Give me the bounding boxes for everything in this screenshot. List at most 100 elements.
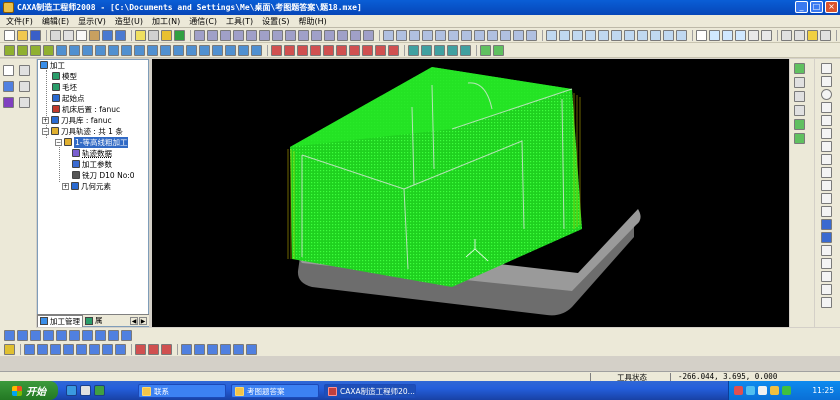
curve-intersect-icon[interactable] (821, 232, 832, 243)
view-tool-4-icon[interactable] (585, 29, 596, 41)
surface-edit-10-icon[interactable] (121, 329, 132, 341)
feature-13-icon[interactable] (160, 44, 171, 56)
view-tool-7-icon[interactable] (624, 29, 635, 41)
feature-25-icon[interactable] (323, 44, 334, 56)
attribute-icon[interactable] (3, 97, 14, 108)
curve-edit-12-icon[interactable] (161, 343, 172, 355)
surface-tool-7-icon[interactable] (272, 29, 283, 41)
grid-icon[interactable] (148, 29, 159, 41)
surface-tool-8-icon[interactable] (285, 29, 296, 41)
right-tool-2-icon[interactable] (794, 77, 805, 88)
curve-edit-13-icon[interactable] (181, 343, 192, 355)
solid-tool-9-icon[interactable] (487, 29, 498, 41)
tray-volume-icon[interactable] (758, 386, 767, 395)
menu-machining[interactable]: 加工(N) (152, 16, 180, 27)
feature-22-icon[interactable] (284, 44, 295, 56)
fillet-icon[interactable] (821, 206, 832, 217)
curve-edit-2-icon[interactable] (24, 343, 35, 355)
collapse-minus-icon[interactable]: − (42, 127, 49, 135)
feature-19-icon[interactable] (238, 44, 249, 56)
zoom-out-icon[interactable] (735, 29, 746, 41)
feature-33-icon[interactable] (434, 44, 445, 56)
tree-item-cutter[interactable]: 铣刀 D10 No:0 (72, 170, 135, 180)
polygon-icon[interactable] (821, 193, 832, 204)
edit-curve-icon[interactable] (3, 81, 14, 92)
feature-7-icon[interactable] (82, 44, 93, 56)
feature-36-icon[interactable] (480, 44, 491, 56)
surface-tool-6-icon[interactable] (259, 29, 270, 41)
feature-8-icon[interactable] (95, 44, 106, 56)
feature-5-icon[interactable] (56, 44, 67, 56)
surface-tool-12-icon[interactable] (337, 29, 348, 41)
tree-item-params[interactable]: 加工参数 (72, 159, 112, 169)
select-arrow-icon[interactable] (3, 65, 14, 76)
tree-item-tool-library[interactable]: + 刀具库 : fanuc (42, 115, 112, 125)
surface-edit-5-icon[interactable] (56, 329, 67, 341)
pan-icon[interactable] (761, 29, 772, 41)
menu-help[interactable]: 帮助(H) (299, 16, 327, 27)
surface-tool-2-icon[interactable] (207, 29, 218, 41)
menu-modeling[interactable]: 造型(U) (115, 16, 143, 27)
solid-tool-2-icon[interactable] (396, 29, 407, 41)
funnel-icon[interactable] (161, 29, 172, 41)
tree-item-geometry[interactable]: + 几何元素 (62, 181, 111, 191)
surface-tool-14-icon[interactable] (363, 29, 374, 41)
offset-icon[interactable] (821, 180, 832, 191)
surface-tool-4-icon[interactable] (233, 29, 244, 41)
view-tool-9-icon[interactable] (650, 29, 661, 41)
curve-edit-17-icon[interactable] (233, 343, 244, 355)
line-icon[interactable] (821, 63, 832, 74)
feature-35-icon[interactable] (460, 44, 471, 56)
tray-ime-icon[interactable] (770, 386, 779, 395)
curve-tool-16-icon[interactable] (821, 258, 832, 269)
collapse-minus-icon[interactable]: − (55, 138, 62, 146)
tree-item-start-point[interactable]: 起始点 (52, 93, 85, 103)
paste-icon[interactable] (89, 29, 100, 41)
curve-project-icon[interactable] (821, 219, 832, 230)
curve-edit-9-icon[interactable] (115, 343, 126, 355)
menu-file[interactable]: 文件(F) (6, 16, 33, 27)
view-tool-3-icon[interactable] (572, 29, 583, 41)
feature-17-icon[interactable] (212, 44, 223, 56)
curve-edit-7-icon[interactable] (89, 343, 100, 355)
tab-scroll-right-icon[interactable]: ▶ (139, 316, 147, 325)
rotate-icon[interactable] (748, 29, 759, 41)
clock[interactable]: 11:25 (812, 386, 834, 395)
surface-edit-1-icon[interactable] (4, 329, 15, 341)
surface-edit-8-icon[interactable] (95, 329, 106, 341)
curve-edit-18-icon[interactable] (246, 343, 257, 355)
menu-settings[interactable]: 设置(S) (262, 16, 289, 27)
minimize-button[interactable]: _ (795, 1, 808, 13)
tray-app-icon[interactable] (782, 386, 791, 395)
graphics-viewport[interactable] (152, 59, 789, 327)
media-icon[interactable] (94, 385, 105, 396)
color-icon[interactable] (174, 29, 185, 41)
tree-item-contour-roughing[interactable]: − 1-等高线粗加工 (55, 136, 129, 148)
redo-icon[interactable] (115, 29, 126, 41)
menu-tools[interactable]: 工具(T) (226, 16, 253, 27)
solid-tool-6-icon[interactable] (448, 29, 459, 41)
view-tool-5-icon[interactable] (598, 29, 609, 41)
solid-tool-12-icon[interactable] (526, 29, 537, 41)
curve-edit-3-icon[interactable] (37, 343, 48, 355)
browser-icon[interactable] (66, 385, 77, 396)
curve-edit-4-icon[interactable] (50, 343, 61, 355)
start-button[interactable]: 开始 (0, 381, 58, 400)
feature-11-icon[interactable] (134, 44, 145, 56)
close-button[interactable]: × (825, 1, 838, 13)
curve-tool-19-icon[interactable] (821, 297, 832, 308)
view-tool-8-icon[interactable] (637, 29, 648, 41)
curve-tool-18-icon[interactable] (821, 284, 832, 295)
zoom-in-icon[interactable] (722, 29, 733, 41)
curve-edit-8-icon[interactable] (102, 343, 113, 355)
right-tool-6-icon[interactable] (794, 133, 805, 144)
solid-tool-10-icon[interactable] (500, 29, 511, 41)
surface-tool-11-icon[interactable] (324, 29, 335, 41)
curve-edit-5-icon[interactable] (63, 343, 74, 355)
solid-tool-3-icon[interactable] (409, 29, 420, 41)
feature-21-icon[interactable] (271, 44, 282, 56)
polyline-icon[interactable] (821, 167, 832, 178)
feature-32-icon[interactable] (421, 44, 432, 56)
right-tool-3-icon[interactable] (794, 91, 805, 102)
display-window-icon[interactable] (696, 29, 707, 41)
